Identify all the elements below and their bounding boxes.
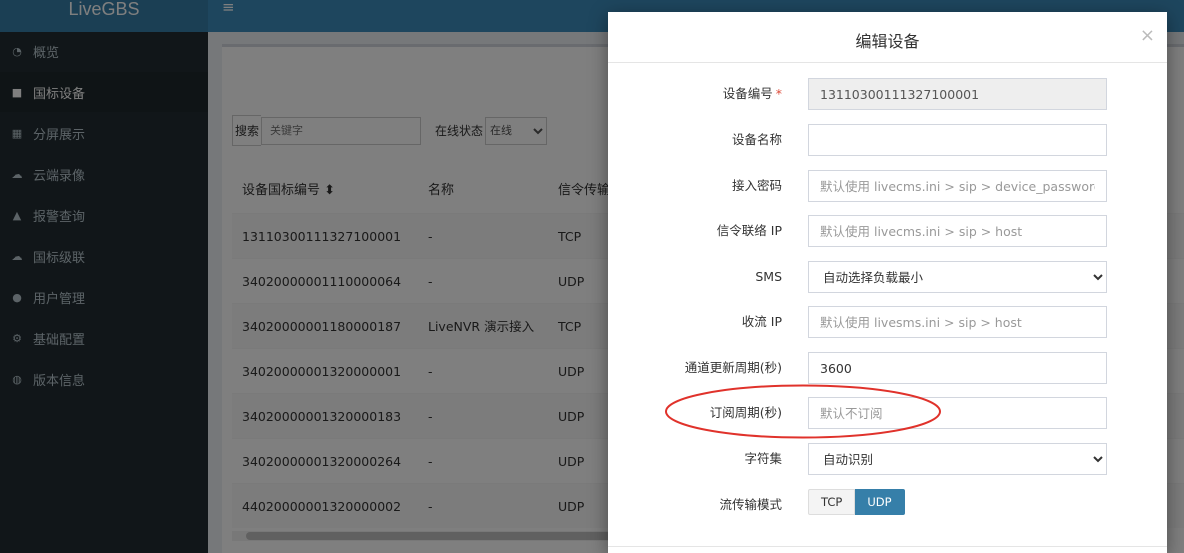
edit-device-dialog: 编辑设备 × 设备编号* 设备名称 接入密码 信令联络 IP SMS 自动选择负… [608, 12, 1167, 553]
dialog-header: 编辑设备 × [608, 12, 1167, 63]
form-row-subscribe-period: 订阅周期(秒) [608, 397, 1167, 429]
form-row-device-id: 设备编号 * [608, 78, 1167, 110]
device-id-label-text: 设备编号 [722, 86, 773, 101]
device-name-input[interactable] [808, 124, 1107, 156]
subscribe-period-label: 订阅周期(秒) [709, 405, 782, 420]
channel-refresh-input[interactable] [808, 352, 1107, 384]
form-row-transport: 流传输模式 TCP UDP [608, 489, 1167, 521]
dialog-footer-divider [608, 546, 1167, 547]
form-row-device-name: 设备名称 [608, 124, 1167, 156]
password-label: 接入密码 [731, 178, 782, 193]
form-row-password: 接入密码 [608, 170, 1167, 202]
subscribe-period-input[interactable] [808, 397, 1107, 429]
device-id-label: 设备编号 * [723, 78, 782, 110]
form-row-stream-ip: 收流 IP [608, 306, 1167, 338]
form-row-charset: 字符集 自动识别 [608, 443, 1167, 475]
form-row-signal-ip: 信令联络 IP [608, 215, 1167, 247]
transport-tcp-button[interactable]: TCP [808, 489, 856, 515]
transport-label: 流传输模式 [719, 497, 782, 512]
form-row-channel-refresh: 通道更新周期(秒) [608, 352, 1167, 384]
device-id-input [808, 78, 1107, 110]
transport-udp-button[interactable]: UDP [855, 489, 905, 515]
form-row-sms: SMS 自动选择负载最小 [608, 261, 1167, 293]
signal-ip-input[interactable] [808, 215, 1107, 247]
password-input[interactable] [808, 170, 1107, 202]
sms-select[interactable]: 自动选择负载最小 [808, 261, 1107, 293]
signal-ip-label: 信令联络 IP [716, 223, 782, 238]
sms-label: SMS [755, 269, 782, 284]
charset-label: 字符集 [744, 451, 782, 466]
dialog-title: 编辑设备 [855, 32, 920, 51]
required-mark: * [775, 86, 782, 101]
channel-refresh-label: 通道更新周期(秒) [684, 360, 782, 375]
stream-ip-input[interactable] [808, 306, 1107, 338]
device-name-label: 设备名称 [731, 132, 782, 147]
close-icon[interactable]: × [1140, 25, 1155, 46]
stream-ip-label: 收流 IP [741, 314, 782, 329]
transport-toggle-group: TCP UDP [808, 489, 905, 515]
charset-select[interactable]: 自动识别 [808, 443, 1107, 475]
